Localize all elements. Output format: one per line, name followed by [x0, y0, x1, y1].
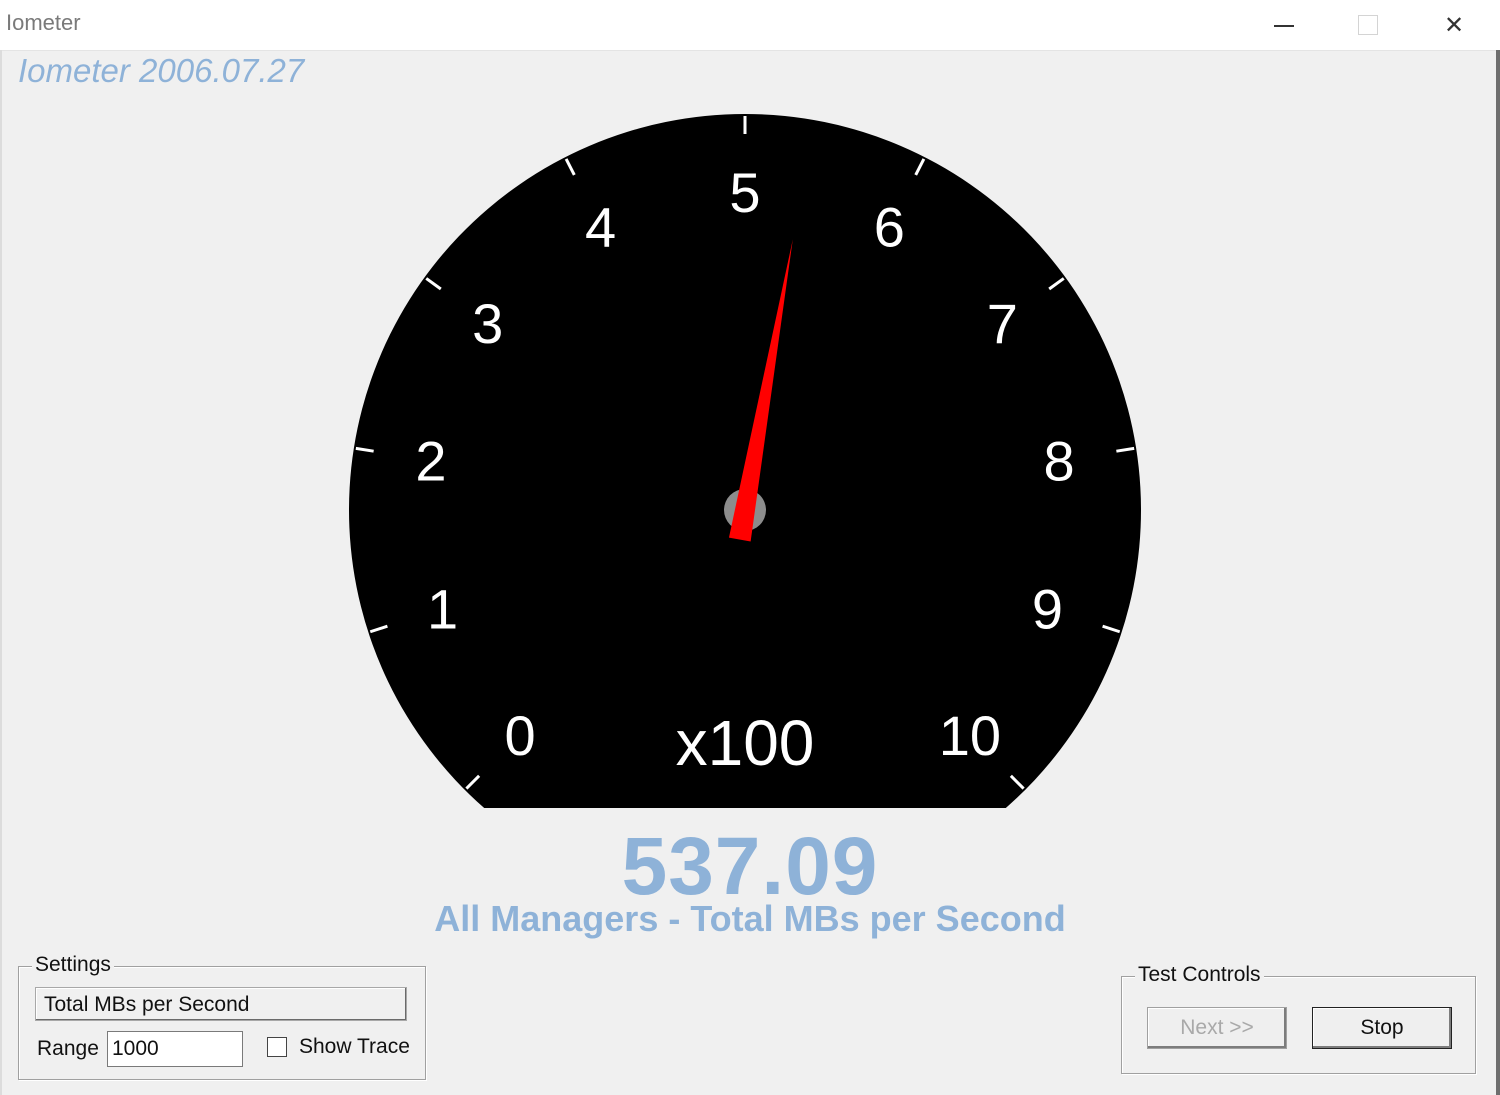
throughput-caption: All Managers - Total MBs per Second	[434, 898, 1066, 939]
gauge-scale-label: 9	[1032, 577, 1063, 640]
gauge-scale-label: 4	[585, 196, 616, 259]
range-label: Range	[37, 1037, 99, 1060]
show-trace-label[interactable]: Show Trace	[299, 1035, 410, 1059]
gauge-scale-label: 2	[415, 429, 446, 492]
gauge-multiplier: x100	[676, 707, 815, 779]
gauge-scale-label: 5	[729, 161, 760, 224]
show-trace-checkbox[interactable]	[267, 1037, 287, 1057]
settings-group: Settings Total MBs per Second Range Show…	[18, 953, 426, 1080]
gauge-scale-label: 3	[472, 292, 503, 355]
test-controls-legend: Test Controls	[1135, 963, 1264, 987]
test-controls-group: Test Controls Next >> Stop	[1121, 963, 1476, 1074]
stop-button[interactable]: Stop	[1312, 1007, 1452, 1049]
gauge-scale-label: 6	[874, 196, 905, 259]
gauge-scale-label: 8	[1044, 429, 1075, 492]
gauge-scale-label: 10	[939, 704, 1001, 767]
gauge-scale-label: 0	[505, 704, 536, 767]
metric-dropdown[interactable]: Total MBs per Second	[35, 987, 407, 1021]
next-button[interactable]: Next >>	[1147, 1007, 1287, 1049]
range-input[interactable]	[107, 1031, 243, 1067]
gauge-scale-label: 7	[987, 292, 1018, 355]
gauge-scale-label: 1	[427, 577, 458, 640]
settings-legend: Settings	[32, 953, 114, 977]
